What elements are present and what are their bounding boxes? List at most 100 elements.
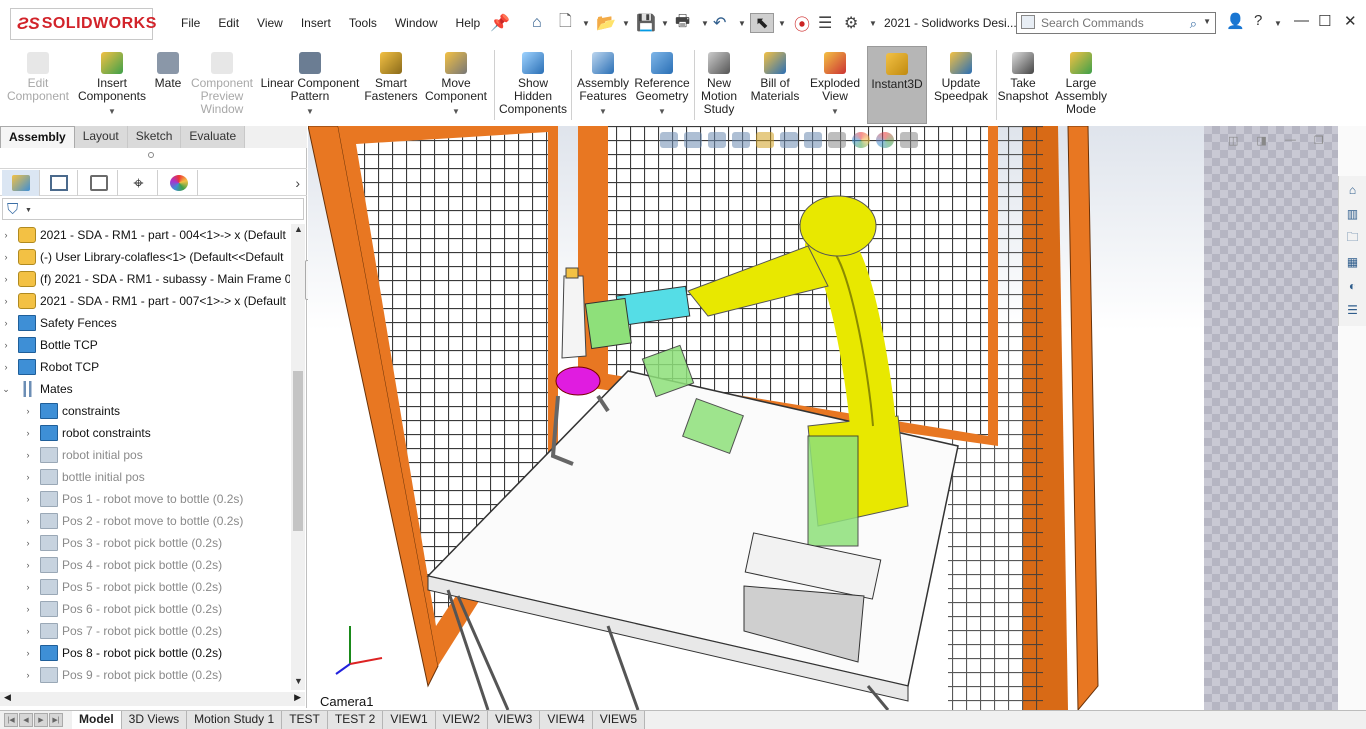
section-view-icon[interactable] [732,132,750,148]
apply-scene-icon[interactable] [876,132,894,148]
expand-icon[interactable]: › [22,582,34,592]
assembly-features-button[interactable]: Assembly Features ▼ [574,46,632,124]
instant3d-button[interactable]: Instant3D [867,46,927,124]
undo-icon[interactable]: ↶ [713,13,726,33]
search-input[interactable] [1041,16,1181,30]
mate-button[interactable]: Mate [150,46,186,124]
tree-filter[interactable]: ⛉ ▼ [2,198,304,220]
solidworks-logo[interactable]: ƧS SOLIDWORKS [10,8,156,40]
filter-dropdown-icon[interactable]: ▼ [25,207,32,214]
tab-motion-study-1[interactable]: Motion Study 1 [187,711,283,729]
expand-icon[interactable]: › [22,670,34,680]
move-component-button[interactable]: Move Component ▼ [422,46,490,124]
tab-layout[interactable]: Layout [74,126,128,148]
maximize-icon[interactable]: ☐ [1318,12,1331,30]
tree-row[interactable]: › Bottle TCP [0,334,290,356]
options-gear-icon[interactable]: ⚙ [844,13,858,33]
tab-test[interactable]: TEST [282,711,328,729]
tree-row[interactable]: › Pos 8 - robot pick bottle (0.2s) [0,642,290,664]
previous-view-icon[interactable] [708,132,726,148]
dropdown-icon[interactable]: ▼ [599,105,607,118]
view-left-icon[interactable]: ◫ [1228,134,1238,147]
tree-row[interactable]: › Pos 4 - robot pick bottle (0.2s) [0,554,290,576]
tree-row[interactable]: › robot constraints [0,422,290,444]
tree-row[interactable]: › Pos 6 - robot pick bottle (0.2s) [0,598,290,620]
file-properties-icon[interactable]: ☰ [818,13,832,33]
display-style-icon[interactable] [804,132,822,148]
tree-row[interactable]: › Pos 3 - robot pick bottle (0.2s) [0,532,290,554]
update-speedpak-button[interactable]: Update Speedpak [930,46,992,124]
tab-assembly[interactable]: Assembly [0,126,75,148]
take-snapshot-button[interactable]: Take Snapshot [998,46,1048,124]
expand-icon[interactable]: › [0,230,12,240]
dimxpert-tab[interactable]: ⌖ [120,170,158,196]
user-icon[interactable]: 👤 [1226,12,1245,30]
viewport-minimize-icon[interactable]: — [1285,134,1296,147]
tree-row[interactable]: › Pos 9 - robot pick bottle (0.2s) [0,664,290,686]
expand-icon[interactable]: › [0,296,12,306]
tab-view3[interactable]: VIEW3 [488,711,541,729]
undo-dropdown-icon[interactable]: ▼ [738,19,746,28]
insert-components-button[interactable]: Insert Components ▼ [76,46,148,124]
last-tab-icon[interactable]: ▶| [49,713,63,727]
new-motion-study-button[interactable]: New Motion Study [697,46,741,124]
menu-help[interactable]: Help [447,16,490,30]
dynamic-annotation-icon[interactable] [756,132,774,148]
expand-icon[interactable]: › [22,560,34,570]
tree-row[interactable]: › (f) 2021 - SDA - RM1 - subassy - Main F… [0,268,290,290]
next-tab-icon[interactable]: ▶ [34,713,48,727]
tree-vertical-scrollbar[interactable]: ▲ ▼ [291,224,305,690]
expand-icon[interactable]: › [0,252,12,262]
menu-edit[interactable]: Edit [209,16,248,30]
tab-test-2[interactable]: TEST 2 [327,711,384,729]
tree-row[interactable]: › Pos 5 - robot pick bottle (0.2s) [0,576,290,598]
home-icon[interactable]: ⌂ [532,13,542,33]
expand-icon[interactable]: › [22,604,34,614]
panel-resize-handle[interactable] [148,152,154,158]
tab-view5[interactable]: VIEW5 [592,711,646,729]
chevron-right-icon[interactable]: › [295,175,300,191]
tree-row[interactable]: › Pos 2 - robot move to bottle (0.2s) [0,510,290,532]
search-commands[interactable]: ⌕ ▼ [1016,12,1216,34]
solidworks-resources-icon[interactable]: ⌂ [1342,180,1364,200]
expand-icon[interactable]: › [22,450,34,460]
tree-row[interactable]: › Pos 1 - robot move to bottle (0.2s) [0,488,290,510]
expand-icon[interactable]: › [22,494,34,504]
dropdown-icon[interactable]: ▼ [452,105,460,118]
save-icon[interactable]: 💾 [636,13,656,33]
options-dropdown-icon[interactable]: ▼ [869,19,877,28]
search-scope-icon[interactable] [1021,15,1035,29]
viewport-restore-icon[interactable]: ❐ [1314,134,1324,147]
search-dropdown-icon[interactable]: ▼ [1203,17,1211,26]
tab-view4[interactable]: VIEW4 [540,711,593,729]
help-icon[interactable]: ? [1254,12,1262,29]
new-document-icon[interactable]: 🗋 [559,13,572,33]
tab-sketch[interactable]: Sketch [127,126,182,148]
new-dropdown-icon[interactable]: ▼ [582,19,590,28]
property-manager-tab[interactable] [40,170,78,196]
linear-pattern-button[interactable]: Linear Component Pattern ▼ [258,46,362,124]
scroll-thumb[interactable] [293,371,303,531]
view-settings-icon[interactable] [900,132,918,148]
custom-properties-icon[interactable]: ☰ [1342,300,1364,320]
tree-row[interactable]: › (-) User Library-colafles<1> (Default<<… [0,246,290,268]
feature-manager-tab[interactable] [2,170,40,196]
view-orientation-icon[interactable] [780,132,798,148]
open-dropdown-icon[interactable]: ▼ [622,19,630,28]
expand-icon[interactable]: › [22,538,34,548]
expand-icon[interactable]: › [0,340,12,350]
tree-row[interactable]: › constraints [0,400,290,422]
print-icon[interactable]: 🖶 [675,13,690,33]
bill-of-materials-button[interactable]: Bill of Materials [748,46,802,124]
design-library-icon[interactable]: ▥ [1342,204,1364,224]
dropdown-icon[interactable]: ▼ [306,105,314,118]
collapse-icon[interactable]: ⌄ [0,384,12,395]
menu-insert[interactable]: Insert [292,16,340,30]
tree-row[interactable]: › 2021 - SDA - RM1 - part - 004<1>-> x (D… [0,224,290,246]
expand-icon[interactable]: › [22,428,34,438]
tree-horizontal-scrollbar[interactable]: ◀ ▶ [0,692,305,706]
menu-file[interactable]: File [172,16,209,30]
component-preview-button[interactable]: Component Preview Window [188,46,256,124]
traffic-light-icon[interactable]: ⦿ [794,13,810,34]
smart-fasteners-button[interactable]: Smart Fasteners [364,46,418,124]
